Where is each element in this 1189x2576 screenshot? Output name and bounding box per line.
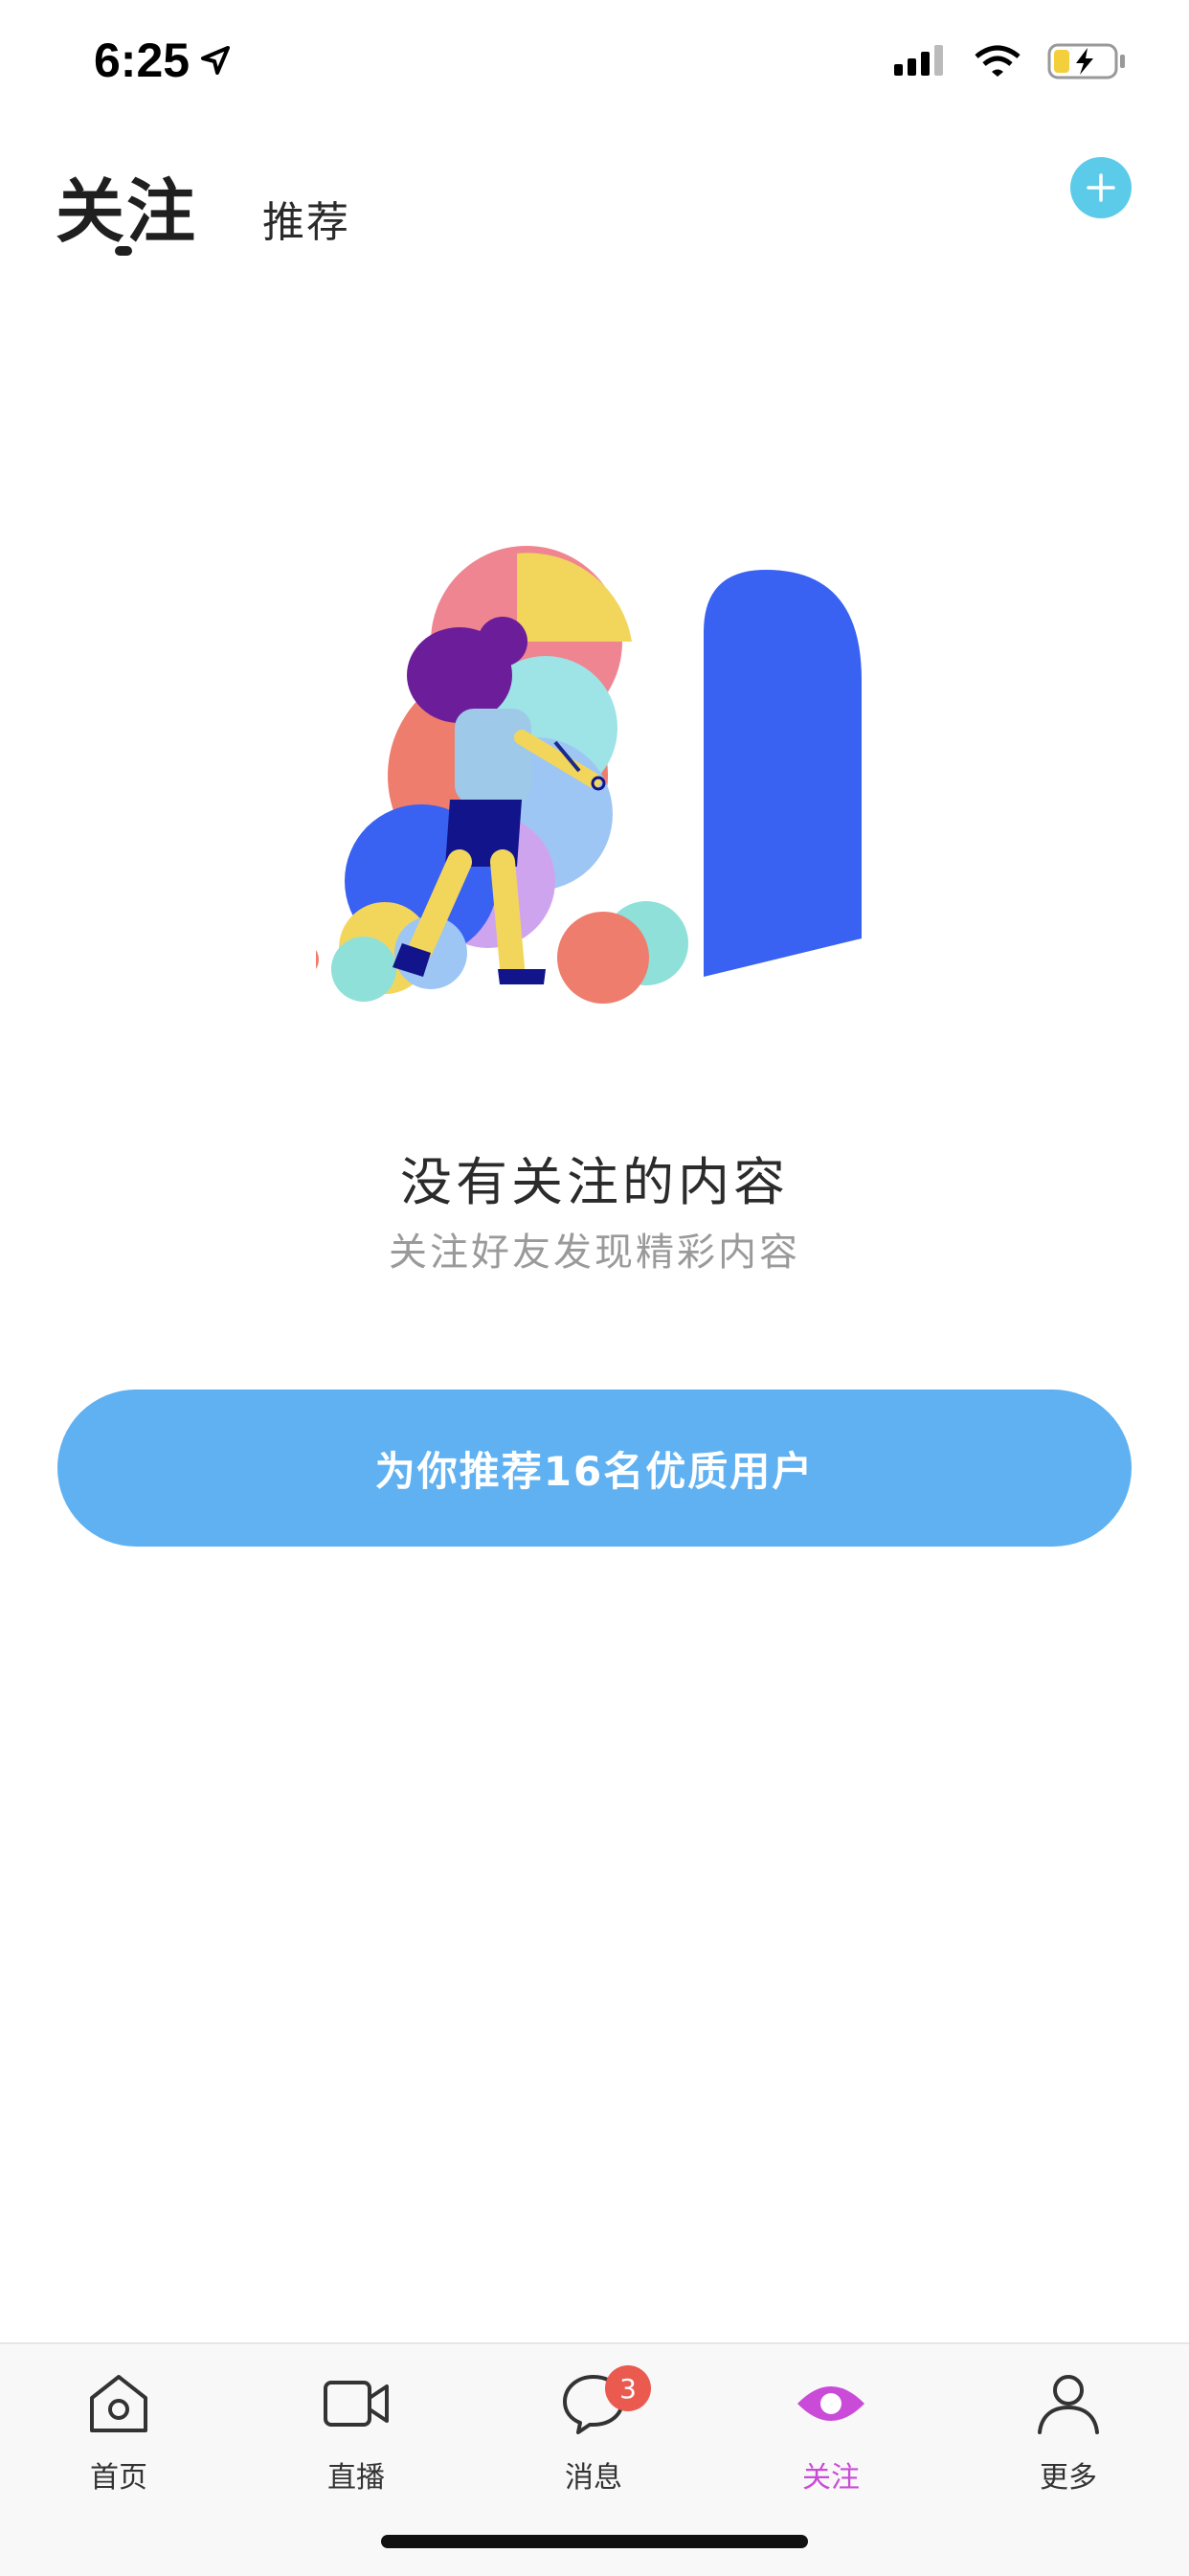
tabbar-item-following[interactable]: 关注 — [754, 2365, 908, 2496]
tabbar-item-messages[interactable]: 3 消息 — [517, 2365, 670, 2496]
tabbar-item-home[interactable]: 首页 — [42, 2365, 195, 2496]
battery-charging-icon — [1047, 43, 1125, 79]
tab-recommended[interactable]: 推荐 — [262, 188, 350, 249]
wifi-icon — [975, 45, 1021, 77]
status-time: 6:25 — [94, 33, 232, 88]
location-arrow-icon — [201, 46, 231, 75]
tabbar-label-following: 关注 — [802, 2461, 860, 2495]
recommend-users-button[interactable]: 为你推荐16名优质用户 — [57, 1390, 1132, 1547]
home-indicator[interactable] — [381, 2535, 808, 2548]
empty-state-subtitle: 关注好友发现精彩内容 — [389, 1231, 800, 1275]
video-icon — [324, 2381, 389, 2427]
empty-state-illustration — [316, 546, 862, 1004]
cellular-signal-icon — [894, 45, 943, 76]
eye-icon — [797, 2386, 864, 2421]
empty-state-title: 没有关注的内容 — [400, 1152, 789, 1212]
tab-following[interactable]: 关注 — [56, 155, 197, 256]
profile-icon — [1038, 2375, 1099, 2434]
tabbar-label-messages: 消息 — [565, 2461, 622, 2495]
messages-badge: 3 — [605, 2365, 651, 2411]
tabbar-item-more[interactable]: 更多 — [992, 2365, 1145, 2496]
tabbar-label-more: 更多 — [1040, 2461, 1097, 2495]
plus-icon — [1087, 173, 1115, 202]
tabbar-item-live[interactable]: 直播 — [280, 2365, 433, 2496]
active-tab-indicator — [115, 246, 132, 256]
tabbar-label-home: 首页 — [90, 2461, 147, 2495]
status-time-text: 6:25 — [94, 34, 191, 87]
add-button[interactable] — [1070, 157, 1132, 218]
tabbar-label-live: 直播 — [327, 2461, 385, 2495]
status-indicators — [894, 42, 1126, 80]
home-icon — [90, 2375, 147, 2432]
